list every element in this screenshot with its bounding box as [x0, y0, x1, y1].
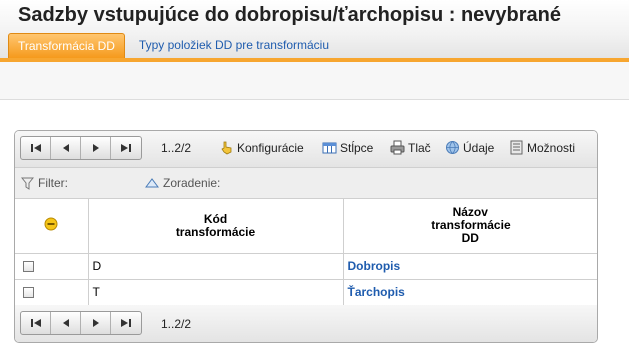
first-page-icon — [30, 319, 41, 327]
footer-last-page-button[interactable] — [111, 312, 141, 334]
filter-label: Filter: — [38, 176, 68, 190]
row-checkbox[interactable] — [23, 261, 34, 273]
name-cell: Ťarchopis — [343, 279, 597, 306]
tab-typy-poloziek[interactable]: Typy položiek DD pre transformáciu — [130, 33, 338, 58]
footer-first-page-button[interactable] — [21, 312, 51, 334]
content-band — [0, 62, 629, 100]
first-page-button[interactable] — [21, 137, 51, 159]
next-page-icon — [92, 319, 99, 327]
print-label: Tlač — [408, 140, 431, 155]
sort-label: Zoradenie: — [163, 176, 221, 190]
footer-next-page-button[interactable] — [81, 312, 111, 334]
last-page-icon — [121, 144, 131, 152]
options-button[interactable]: Možnosti — [509, 140, 575, 155]
footer-previous-page-button[interactable] — [51, 312, 81, 334]
page-title: Sadzby vstupujúce do dobropisu/ťarchopis… — [18, 4, 561, 26]
last-page-icon — [121, 319, 131, 327]
data-table: Kód transformácie Názov transformácie DD… — [15, 199, 597, 306]
first-page-icon — [30, 144, 41, 152]
previous-page-icon — [62, 319, 69, 327]
tab-transformacia-dd[interactable]: Transformácia DD — [8, 33, 125, 58]
printer-icon — [390, 140, 405, 155]
previous-page-icon — [62, 144, 69, 152]
name-link[interactable]: Ťarchopis — [348, 285, 405, 299]
options-icon — [510, 140, 523, 155]
next-page-button[interactable] — [81, 137, 111, 159]
pointer-hand-icon — [221, 141, 232, 155]
data-label: Údaje — [463, 140, 495, 155]
column-header-code-label: Kód transformácie — [175, 211, 256, 239]
select-all-icon — [44, 217, 58, 231]
tab-bar: Transformácia DD Typy položiek DD pre tr… — [8, 33, 338, 58]
data-grid: 1..2/2 Konfigurácie Stĺpce Tlač Údaje Mo… — [14, 130, 598, 343]
footer-page-range: 1..2/2 — [161, 317, 192, 331]
row-select-cell — [15, 253, 89, 280]
last-page-button[interactable] — [111, 137, 141, 159]
options-label: Možnosti — [527, 140, 576, 155]
configurations-label: Konfigurácie — [237, 140, 304, 155]
filter-funnel-icon — [21, 177, 34, 190]
filter-control[interactable]: Filter: — [21, 176, 68, 190]
column-header-name[interactable]: Názov transformácie DD — [343, 199, 597, 254]
code-cell: D — [88, 253, 344, 280]
row-checkbox[interactable] — [23, 287, 34, 299]
table-row: T Ťarchopis — [15, 279, 597, 306]
pager — [20, 136, 142, 160]
column-header-name-label: Názov transformácie DD — [431, 205, 511, 246]
configurations-button[interactable]: Konfigurácie — [219, 140, 304, 155]
sort-control[interactable]: Zoradenie: — [145, 176, 220, 190]
sort-triangle-icon — [145, 178, 159, 188]
data-globe-icon — [446, 141, 459, 155]
page-range: 1..2/2 — [161, 141, 192, 155]
data-button[interactable]: Údaje — [445, 140, 494, 155]
name-link[interactable]: Dobropis — [348, 259, 401, 273]
name-cell: Dobropis — [343, 253, 597, 280]
header: Sadzby vstupujúce do dobropisu/ťarchopis… — [0, 0, 629, 62]
previous-page-button[interactable] — [51, 137, 81, 159]
table-row: D Dobropis — [15, 253, 597, 280]
grid-toolbar: 1..2/2 Konfigurácie Stĺpce Tlač Údaje Mo… — [15, 131, 597, 167]
select-all-header[interactable] — [15, 199, 89, 254]
columns-button[interactable]: Stĺpce — [322, 140, 373, 155]
code-cell: T — [88, 279, 344, 306]
filter-bar: Filter: Zoradenie: — [15, 167, 597, 199]
table-header-row: Kód transformácie Názov transformácie DD — [15, 199, 597, 254]
row-select-cell — [15, 279, 89, 306]
footer-pager — [20, 311, 142, 335]
columns-label: Stĺpce — [340, 140, 374, 155]
print-button[interactable]: Tlač — [390, 140, 431, 155]
columns-icon — [322, 142, 337, 154]
column-header-code[interactable]: Kód transformácie — [88, 199, 344, 254]
grid-footer: 1..2/2 — [15, 305, 597, 342]
next-page-icon — [92, 144, 99, 152]
